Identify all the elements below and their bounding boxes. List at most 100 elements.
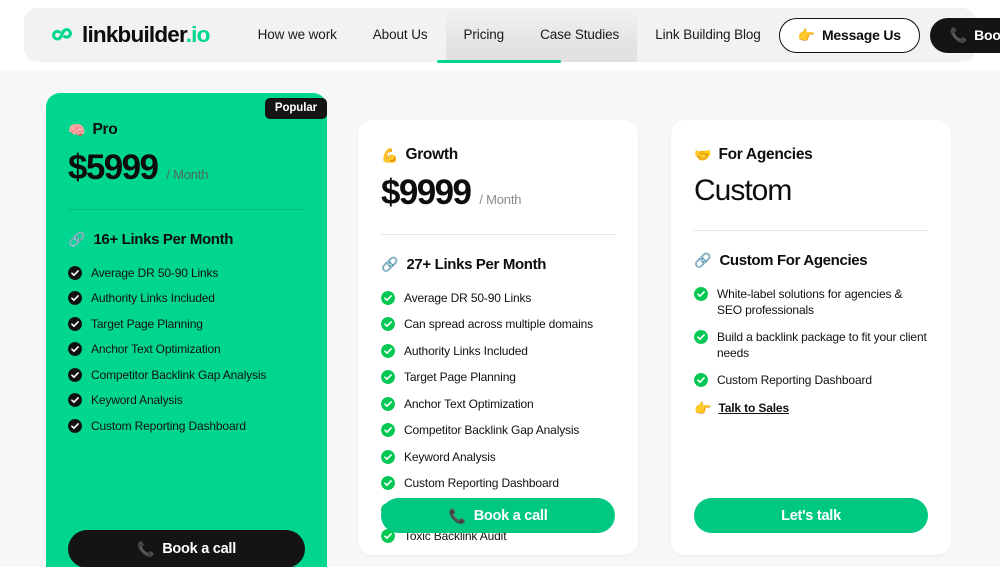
check-circle-icon xyxy=(68,418,82,433)
lets-talk-button[interactable]: Let's talk xyxy=(694,498,928,533)
check-circle-icon xyxy=(68,393,82,408)
header-actions: 👉 Message Us 📞 Book a call xyxy=(778,17,1000,53)
card-divider xyxy=(381,233,615,235)
book-a-call-label: Book a call xyxy=(974,27,1000,43)
card-divider xyxy=(68,208,305,210)
card-divider xyxy=(694,229,928,231)
feature-label: Custom Reporting Dashboard xyxy=(404,476,559,491)
nav-link-link-building-blog[interactable]: Link Building Blog xyxy=(637,8,779,62)
check-circle-icon xyxy=(68,291,82,306)
nav-link-case-studies[interactable]: Case Studies xyxy=(522,8,638,62)
talk-to-sales-link[interactable]: 👉 Talk to Sales xyxy=(694,401,928,415)
check-circle-icon xyxy=(381,290,395,305)
link-icon: 🔗 xyxy=(68,231,86,247)
pricing-card-growth: 💪 Growth $9999 / Month 🔗 27+ Links Per M… xyxy=(358,120,638,555)
list-item: Authority Links Included xyxy=(68,290,305,307)
check-circle-icon xyxy=(381,370,395,385)
feature-label: Build a backlink package to fit your cli… xyxy=(717,329,927,361)
check-circle-icon xyxy=(381,317,395,332)
brain-icon: 🧠 xyxy=(68,122,86,138)
plan-period-growth: / Month xyxy=(479,192,522,207)
nav-link-pricing[interactable]: Pricing xyxy=(445,8,523,62)
links-per-month-pro: 🔗 16+ Links Per Month xyxy=(68,231,305,248)
plan-name-agencies: For Agencies xyxy=(718,146,813,163)
plan-price-agencies: Custom xyxy=(694,174,792,207)
message-us-button[interactable]: 👉 Message Us xyxy=(778,17,920,53)
plan-name-pro: Pro xyxy=(92,121,118,138)
feature-label: Target Page Planning xyxy=(404,370,516,385)
feature-label: Anchor Text Optimization xyxy=(91,342,221,357)
telephone-receiver-icon: 📞 xyxy=(448,507,466,524)
links-per-month-label: 16+ Links Per Month xyxy=(93,230,234,248)
list-item: Average DR 50-90 Links xyxy=(381,290,615,307)
plan-period-pro: / Month xyxy=(166,167,209,182)
check-circle-icon xyxy=(68,265,82,280)
list-item: Anchor Text Optimization xyxy=(381,396,615,413)
list-item: Competitor Backlink Gap Analysis xyxy=(381,422,615,439)
link-icon: 🔗 xyxy=(381,256,399,272)
feature-label: Anchor Text Optimization xyxy=(404,396,534,411)
site-logo[interactable]: linkbuilder.io xyxy=(50,22,210,48)
plan-header-growth: 💪 Growth xyxy=(381,146,615,164)
cta-label: Let's talk xyxy=(781,507,841,524)
check-circle-icon xyxy=(694,329,708,344)
check-circle-icon xyxy=(381,476,395,491)
links-per-month-growth: 🔗 27+ Links Per Month xyxy=(381,256,615,273)
feature-label: Custom Reporting Dashboard xyxy=(91,418,246,433)
check-circle-icon xyxy=(381,423,395,438)
logo-text: linkbuilder.io xyxy=(82,22,210,47)
list-item: Custom Reporting Dashboard xyxy=(694,372,928,389)
plan-price-pro: $5999 xyxy=(68,148,159,187)
feature-label: Competitor Backlink Gap Analysis xyxy=(404,423,580,438)
pricing-section: Popular 🧠 Pro $5999 / Month 🔗 16+ Links … xyxy=(0,70,1000,567)
check-circle-icon xyxy=(381,449,395,464)
pricing-card-agencies: 🤝 For Agencies Custom 🔗 Custom For Agenc… xyxy=(671,120,951,555)
feature-label: Can spread across multiple domains xyxy=(404,317,593,332)
list-item: Target Page Planning xyxy=(381,369,615,386)
price-row-growth: $9999 / Month xyxy=(381,173,615,213)
plan-header-agencies: 🤝 For Agencies xyxy=(694,146,928,164)
site-header: linkbuilder.io How we work About Us Pric… xyxy=(0,0,1000,70)
cta-label: Book a call xyxy=(162,541,236,557)
list-item: Keyword Analysis xyxy=(381,449,615,466)
active-nav-indicator xyxy=(437,60,561,63)
list-item: Custom Reporting Dashboard xyxy=(68,418,305,435)
nav-link-how-we-work[interactable]: How we work xyxy=(240,8,355,62)
check-circle-icon xyxy=(68,342,82,357)
list-item: Anchor Text Optimization xyxy=(68,341,305,358)
plan-price-growth: $9999 xyxy=(381,173,472,212)
list-item: Average DR 50-90 Links xyxy=(68,265,305,282)
price-row-agencies: Custom xyxy=(694,174,928,209)
feature-list-agencies: White-label solutions for agencies & SEO… xyxy=(694,286,928,389)
book-a-call-button-header[interactable]: 📞 Book a call xyxy=(929,17,1000,53)
feature-label: Keyword Analysis xyxy=(91,393,183,408)
check-circle-icon xyxy=(381,343,395,358)
feature-label: Average DR 50-90 Links xyxy=(404,290,532,305)
telephone-receiver-icon: 📞 xyxy=(137,541,155,557)
message-us-label: Message Us xyxy=(821,27,901,43)
book-a-call-button-pro[interactable]: 📞 Book a call xyxy=(68,530,305,567)
primary-navigation: How we work About Us Pricing Case Studie… xyxy=(240,8,779,62)
links-per-month-label: 27+ Links Per Month xyxy=(406,255,547,273)
navigation-bar: linkbuilder.io How we work About Us Pric… xyxy=(24,8,1000,62)
telephone-receiver-icon: 📞 xyxy=(949,27,968,43)
pointing-right-icon: 👉 xyxy=(694,400,712,417)
feature-label: Average DR 50-90 Links xyxy=(91,265,219,280)
pointing-right-icon: 👉 xyxy=(797,27,815,43)
talk-to-sales-label: Talk to Sales xyxy=(718,401,789,416)
list-item: Build a backlink package to fit your cli… xyxy=(694,329,928,362)
check-circle-icon xyxy=(694,286,708,301)
flexed-biceps-icon: 💪 xyxy=(381,147,399,163)
check-circle-icon xyxy=(68,367,82,382)
check-circle-icon xyxy=(381,396,395,411)
list-item: Competitor Backlink Gap Analysis xyxy=(68,367,305,384)
list-item: Can spread across multiple domains xyxy=(381,316,615,333)
check-circle-icon xyxy=(68,316,82,331)
feature-label: Target Page Planning xyxy=(91,316,203,331)
price-row-pro: $5999 / Month xyxy=(68,148,305,188)
book-a-call-button-growth[interactable]: 📞 Book a call xyxy=(381,498,615,533)
linkbuilder-logo-icon xyxy=(52,28,72,41)
nav-link-about-us[interactable]: About Us xyxy=(355,8,446,62)
feature-label: White-label solutions for agencies & SEO… xyxy=(717,286,903,318)
status-badge-popular: Popular xyxy=(264,98,327,119)
